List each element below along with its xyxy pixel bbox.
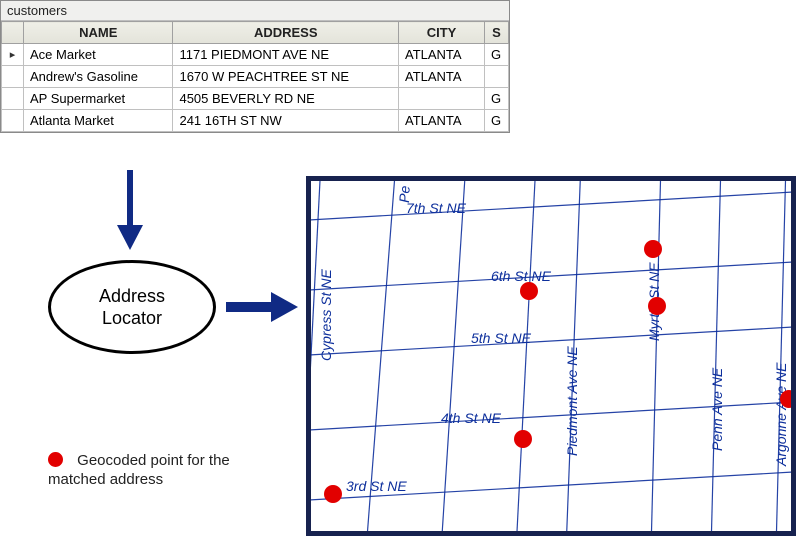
legend-text: Geocoded point for the matched address — [48, 452, 230, 488]
cell-state[interactable]: G — [485, 44, 509, 66]
cell-name[interactable]: Ace Market — [24, 44, 173, 66]
street-label: 3rd St NE — [346, 478, 407, 494]
cell-address[interactable]: 1670 W PEACHTREE ST NE — [173, 66, 399, 88]
table-row[interactable]: Andrew's Gasoline 1670 W PEACHTREE ST NE… — [2, 66, 509, 88]
geocoded-point — [324, 485, 342, 503]
row-selector[interactable] — [2, 66, 24, 88]
data-grid: NAME ADDRESS CITY S ▸ Ace Market 1171 PI… — [1, 21, 509, 132]
street-label: Argonne Ave NE — [773, 362, 789, 467]
cell-city[interactable]: ATLANTA — [399, 44, 485, 66]
street-label: Piedmont Ave NE — [564, 346, 580, 456]
map-panel: 7th St NE 6th St NE 5th St NE 4th St NE … — [306, 176, 796, 536]
cell-address[interactable]: 4505 BEVERLY RD NE — [173, 88, 399, 110]
cell-state[interactable]: G — [485, 110, 509, 132]
street-label: Pe — [396, 185, 413, 203]
cell-address[interactable]: 241 16TH ST NW — [173, 110, 399, 132]
street-label: 6th St NE — [491, 268, 552, 284]
street-label: 4th St NE — [441, 410, 502, 426]
table-title: customers — [1, 1, 509, 21]
address-locator-node: Address Locator — [48, 260, 216, 354]
cell-city[interactable]: ATLANTA — [399, 110, 485, 132]
cell-name[interactable]: Andrew's Gasoline — [24, 66, 173, 88]
customers-table: customers NAME ADDRESS CITY S ▸ Ace Mark… — [0, 0, 510, 133]
cell-state[interactable] — [485, 66, 509, 88]
cell-city[interactable] — [399, 88, 485, 110]
geocoded-point — [520, 282, 538, 300]
row-selector[interactable] — [2, 88, 24, 110]
geocoded-point — [514, 430, 532, 448]
table-row[interactable]: Atlanta Market 241 16TH ST NW ATLANTA G — [2, 110, 509, 132]
col-header-name[interactable]: NAME — [24, 22, 173, 44]
row-handle-header — [2, 22, 24, 44]
cell-name[interactable]: AP Supermarket — [24, 88, 173, 110]
col-header-address[interactable]: ADDRESS — [173, 22, 399, 44]
street-label: 7th St NE — [406, 200, 467, 216]
geocoded-point — [648, 297, 666, 315]
col-header-state[interactable]: S — [485, 22, 509, 44]
cell-name[interactable]: Atlanta Market — [24, 110, 173, 132]
legend-dot-icon — [48, 452, 63, 467]
cell-city[interactable]: ATLANTA — [399, 66, 485, 88]
street-label: Penn Ave NE — [709, 367, 725, 451]
street-label: 5th St NE — [471, 330, 532, 346]
table-row[interactable]: ▸ Ace Market 1171 PIEDMONT AVE NE ATLANT… — [2, 44, 509, 66]
col-header-city[interactable]: CITY — [399, 22, 485, 44]
row-selector[interactable] — [2, 110, 24, 132]
legend: Geocoded point for the matched address — [48, 452, 278, 490]
street-label: Cypress St NE — [318, 269, 334, 361]
row-selector-icon[interactable]: ▸ — [2, 44, 24, 66]
cell-state[interactable]: G — [485, 88, 509, 110]
address-locator-label: Address Locator — [99, 285, 165, 330]
table-row[interactable]: AP Supermarket 4505 BEVERLY RD NE G — [2, 88, 509, 110]
geocoded-point — [644, 240, 662, 258]
arrow-right-icon — [226, 290, 298, 324]
arrow-down-icon — [115, 170, 145, 250]
cell-address[interactable]: 1171 PIEDMONT AVE NE — [173, 44, 399, 66]
